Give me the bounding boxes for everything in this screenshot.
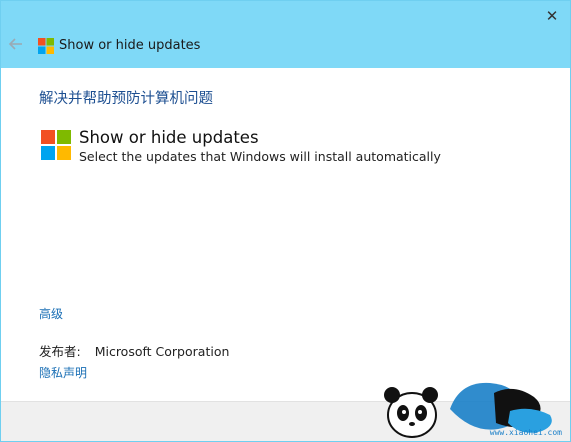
troubleshooter-window: ✕ Show or hide updates 解决并帮助预防计算机问题 Show… <box>0 0 571 442</box>
close-icon: ✕ <box>545 7 559 25</box>
back-button[interactable] <box>7 35 25 53</box>
advanced-link[interactable]: 高级 <box>39 306 63 322</box>
window-title: Show or hide updates <box>59 38 201 53</box>
publisher-info: 发布者: Microsoft Corporation <box>39 343 229 360</box>
watermark-logo: www.xiaohei.com <box>370 371 570 441</box>
watermark-url: www.xiaohei.com <box>489 428 562 437</box>
close-button[interactable]: ✕ <box>540 4 564 28</box>
back-arrow-icon <box>8 38 22 50</box>
privacy-statement-link[interactable]: 隐私声明 <box>39 365 87 381</box>
title-bar: ✕ Show or hide updates <box>1 1 570 68</box>
windows-logo-icon <box>38 38 54 54</box>
troubleshooter-description: Select the updates that Windows will ins… <box>79 149 441 164</box>
windows-logo-icon <box>41 130 71 160</box>
publisher-value: Microsoft Corporation <box>94 344 230 359</box>
page-heading: 解决并帮助预防计算机问题 <box>39 91 213 107</box>
publisher-label: 发布者: <box>39 344 81 359</box>
troubleshooter-title: Show or hide updates <box>79 128 259 147</box>
